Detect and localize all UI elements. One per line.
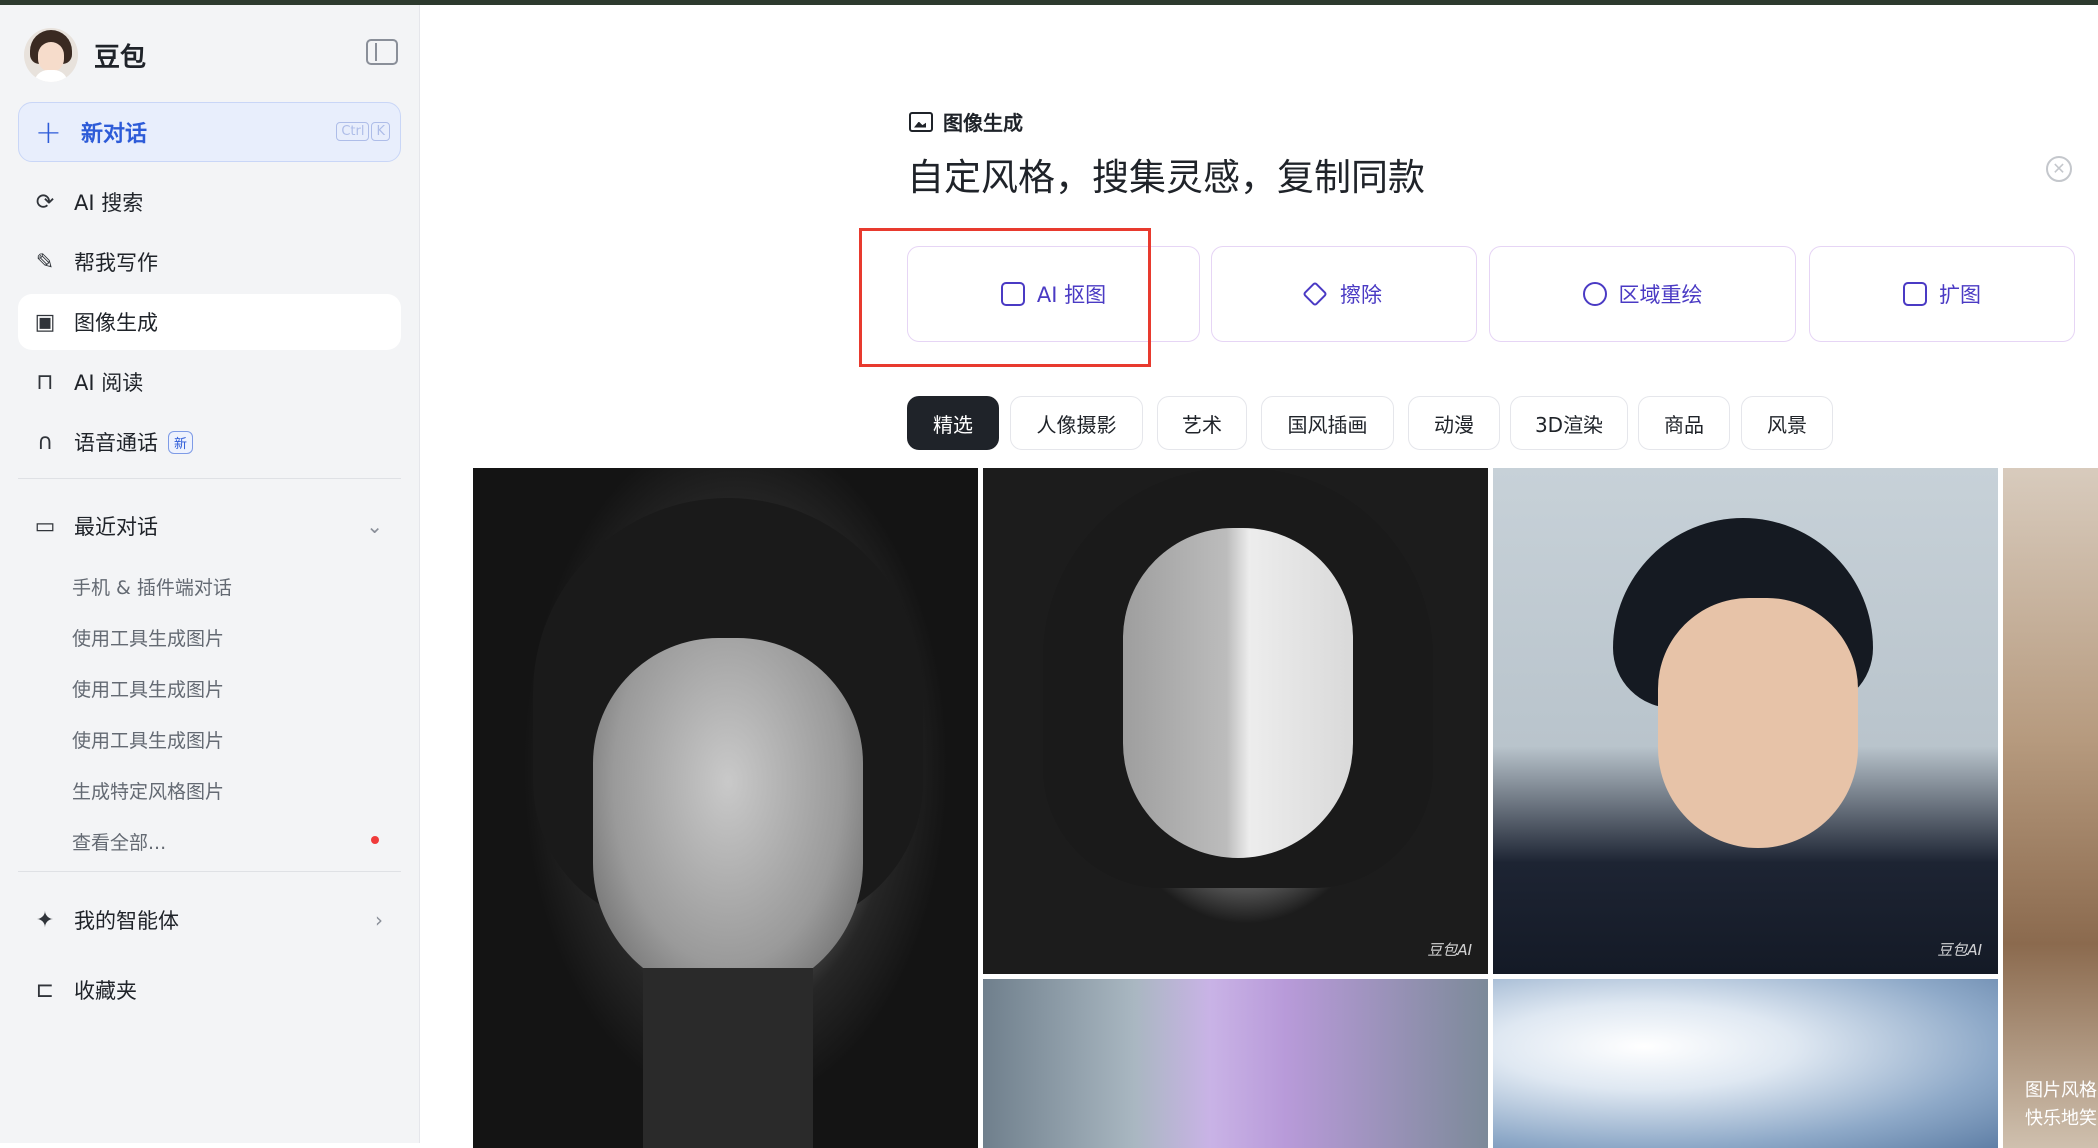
category-chip[interactable]: 3D渲染 bbox=[1510, 396, 1628, 450]
edit-circle-icon bbox=[1582, 282, 1607, 306]
image-icon: ▣ bbox=[34, 309, 56, 335]
section-tag: 图像生成 bbox=[909, 107, 1023, 136]
recent-chat-item[interactable]: 使用工具生成图片 bbox=[72, 624, 224, 651]
section-tag-label: 图像生成 bbox=[943, 111, 1023, 135]
sidebar-item-label: 我的智能体 bbox=[74, 909, 179, 933]
divider bbox=[18, 478, 401, 479]
chevron-right-icon: › bbox=[375, 908, 383, 932]
watermark: 豆包AI bbox=[1937, 941, 1982, 959]
new-chat-button[interactable]: + 新对话 Ctrl K bbox=[18, 102, 401, 162]
sidebar-item-label: 语音通话 bbox=[74, 431, 158, 455]
search-refresh-icon: ⟳ bbox=[35, 189, 55, 215]
category-chip[interactable]: 风景 bbox=[1741, 396, 1833, 450]
gallery-image-portrait-girl-bw[interactable]: 豆包AI bbox=[983, 468, 1488, 974]
tool-region-redraw-button[interactable]: 区域重绘 bbox=[1489, 246, 1796, 342]
sidebar-item-label: AI 搜索 bbox=[74, 191, 144, 215]
sparkle-icon: ✦ bbox=[35, 907, 55, 933]
new-badge: 新 bbox=[168, 430, 194, 454]
sidebar-item-ai-reading[interactable]: ⊓ AI 阅读 bbox=[18, 354, 401, 410]
sidebar-item-favorites[interactable]: ⊏ 收藏夹 bbox=[18, 962, 401, 1018]
sidebar-item-my-agents[interactable]: ✦ 我的智能体 › bbox=[18, 892, 401, 948]
image-generate-icon bbox=[909, 111, 933, 132]
sidebar: 豆包 + 新对话 Ctrl K ⟳ AI 搜索 ✎ 帮我写作 ▣ 图像生成 ⊓ … bbox=[0, 5, 420, 1143]
bookmark-icon: ⊏ bbox=[35, 977, 55, 1003]
category-chip[interactable]: 精选 bbox=[907, 396, 999, 450]
brand-name: 豆包 bbox=[94, 42, 147, 73]
sidebar-item-label: AI 阅读 bbox=[74, 371, 144, 395]
caption-line: 快乐地笑 bbox=[2025, 1108, 2097, 1129]
pen-icon: ✎ bbox=[35, 249, 55, 275]
caption-line: 图片风格 bbox=[2025, 1080, 2097, 1101]
sidebar-item-label: 图像生成 bbox=[74, 311, 158, 335]
tool-label: 擦除 bbox=[1340, 283, 1382, 307]
headphones-icon: ∩ bbox=[36, 429, 54, 455]
recent-chat-item[interactable]: 手机 & 插件端对话 bbox=[72, 573, 232, 600]
category-chip[interactable]: 国风插画 bbox=[1261, 396, 1394, 450]
shortcut-hint: Ctrl K bbox=[336, 122, 390, 141]
recent-chat-item[interactable]: 使用工具生成图片 bbox=[72, 675, 224, 702]
annotation-highlight-box bbox=[859, 228, 1151, 367]
recent-chats-header[interactable]: ▭ 最近对话 ⌄ bbox=[18, 498, 401, 554]
watermark: 豆包AI bbox=[1427, 941, 1472, 959]
view-all-link[interactable]: 查看全部... bbox=[72, 828, 166, 855]
eraser-icon bbox=[1302, 281, 1328, 307]
tool-erase-button[interactable]: 擦除 bbox=[1211, 246, 1477, 342]
sidebar-item-voice-call[interactable]: ∩ 语音通话 新 bbox=[18, 414, 401, 470]
tool-label: 区域重绘 bbox=[1618, 283, 1703, 307]
gallery-caption: 图片风格 快乐地笑 bbox=[2025, 1077, 2097, 1133]
gallery-image-purple-hair-street[interactable] bbox=[983, 979, 1488, 1148]
sidebar-item-ai-search[interactable]: ⟳ AI 搜索 bbox=[18, 174, 401, 230]
new-chat-label: 新对话 bbox=[81, 122, 148, 147]
gallery-image-portrait-young-man[interactable]: 豆包AI bbox=[1493, 468, 1998, 974]
category-chip[interactable]: 动漫 bbox=[1408, 396, 1500, 450]
main-panel: 图像生成 自定风格，搜集灵感，复制同款 ✕ AI 抠图 擦除 区域重绘 扩图 精… bbox=[421, 5, 2098, 1148]
category-chip[interactable]: 商品 bbox=[1638, 396, 1730, 450]
divider bbox=[18, 871, 401, 872]
close-icon[interactable]: ✕ bbox=[2046, 156, 2072, 182]
brand[interactable]: 豆包 bbox=[24, 27, 146, 83]
book-icon: ⊓ bbox=[36, 369, 54, 395]
sidebar-toggle-icon[interactable] bbox=[366, 39, 398, 65]
gallery-image-sky-clouds[interactable] bbox=[1493, 979, 1998, 1148]
recent-chat-item[interactable]: 使用工具生成图片 bbox=[72, 726, 224, 753]
tool-label: 扩图 bbox=[1939, 283, 1981, 307]
category-chip[interactable]: 艺术 bbox=[1157, 396, 1247, 450]
unread-dot bbox=[371, 836, 379, 844]
recent-chat-item[interactable]: 生成特定风格图片 bbox=[72, 777, 224, 804]
sidebar-item-label: 收藏夹 bbox=[74, 979, 137, 1003]
sidebar-item-writing[interactable]: ✎ 帮我写作 bbox=[18, 234, 401, 290]
shortcut-key-k: K bbox=[371, 122, 390, 141]
sidebar-item-label: 帮我写作 bbox=[74, 251, 158, 275]
page-title: 自定风格，搜集灵感，复制同款 bbox=[907, 156, 1425, 199]
shortcut-key-ctrl: Ctrl bbox=[336, 122, 370, 141]
gallery-image-portrait-woman-bw[interactable] bbox=[473, 468, 978, 1148]
tool-expand-button[interactable]: 扩图 bbox=[1809, 246, 2075, 342]
avatar bbox=[24, 28, 78, 82]
category-chip[interactable]: 人像摄影 bbox=[1010, 396, 1143, 450]
gallery-image-partial[interactable] bbox=[2003, 468, 2098, 1148]
plus-icon: + bbox=[35, 113, 62, 151]
sidebar-item-image-generation[interactable]: ▣ 图像生成 bbox=[18, 294, 401, 350]
recent-chats-label: 最近对话 bbox=[74, 515, 158, 539]
expand-icon bbox=[1903, 282, 1927, 306]
chat-bubble-icon: ▭ bbox=[34, 513, 56, 539]
chevron-down-icon: ⌄ bbox=[366, 514, 383, 538]
